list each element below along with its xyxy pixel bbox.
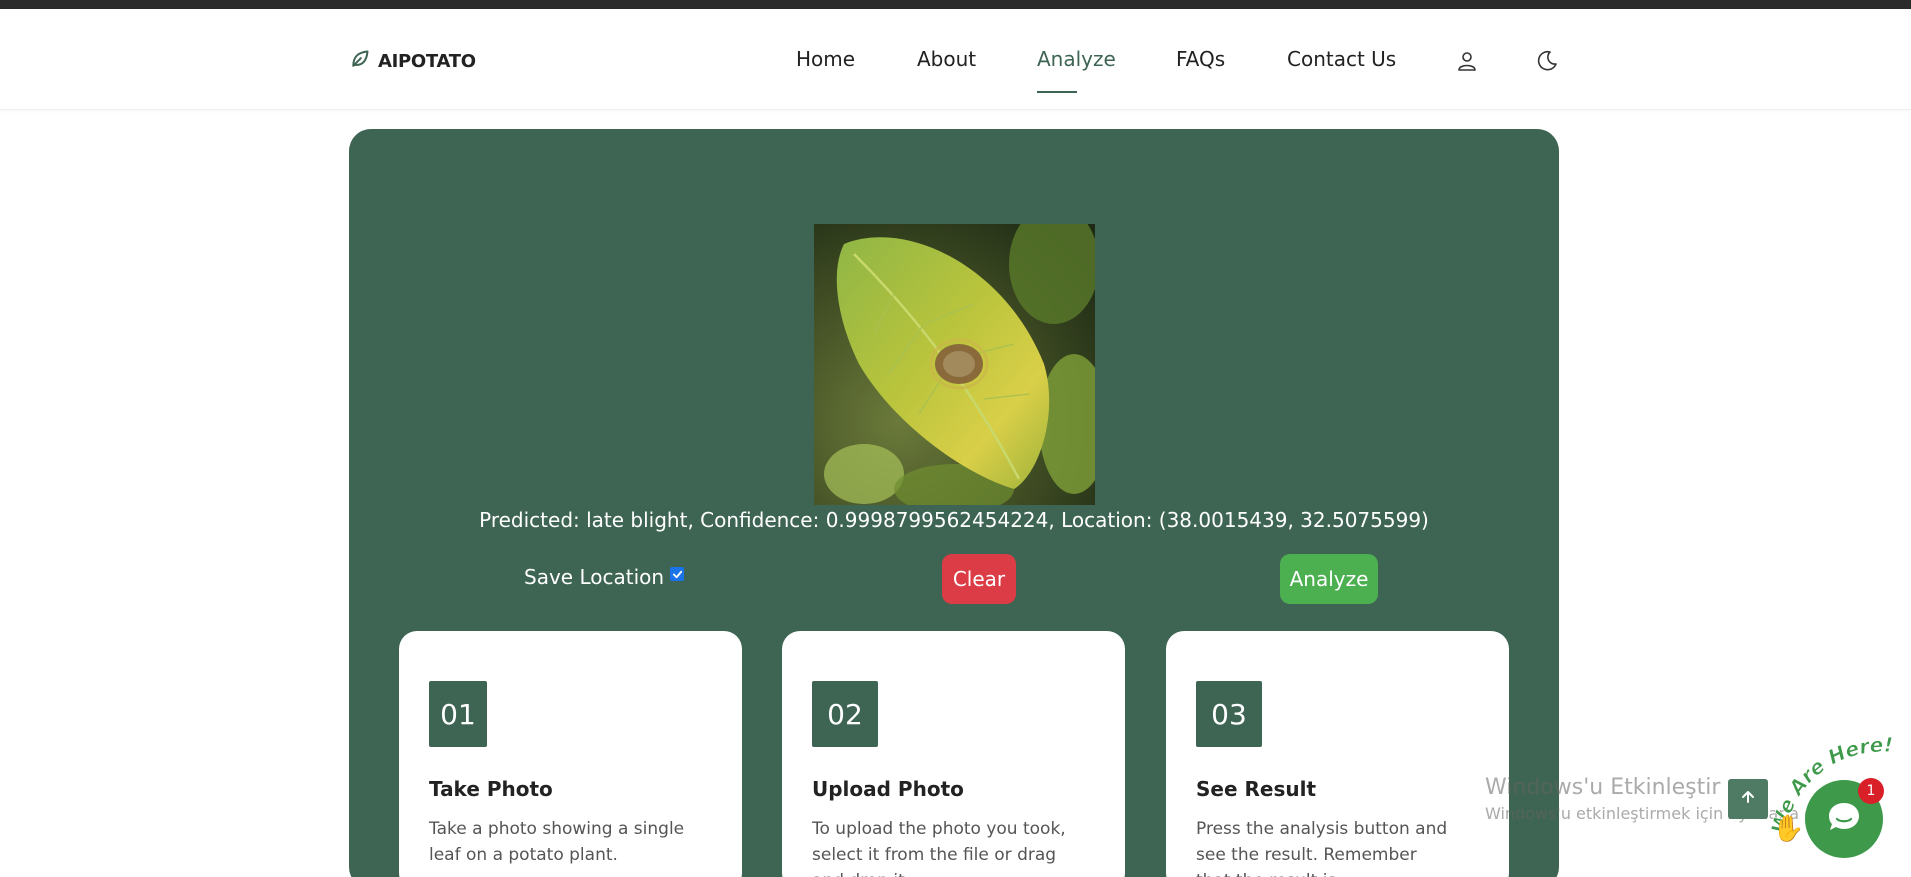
step-title: Upload Photo xyxy=(812,777,964,801)
potato-leaf-photo xyxy=(814,224,1095,505)
step-card: 02 Upload Photo To upload the photo you … xyxy=(782,631,1125,877)
prediction-result: Predicted: late blight, Confidence: 0.99… xyxy=(479,508,1429,532)
step-description: Take a photo showing a single leaf on a … xyxy=(429,819,685,865)
uploaded-leaf-image xyxy=(814,224,1095,505)
save-location-toggle[interactable]: Save Location xyxy=(524,565,685,589)
waving-hand-icon: ✋ xyxy=(1772,813,1804,844)
nav-active-indicator xyxy=(1037,91,1077,93)
step-title: See Result xyxy=(1196,777,1317,801)
step-card: 03 See Result Press the analysis button … xyxy=(1166,631,1509,877)
step-number: 02 xyxy=(812,681,878,747)
step-number: 03 xyxy=(1196,681,1262,747)
user-icon[interactable] xyxy=(1455,49,1479,73)
nav-faqs[interactable]: FAQs xyxy=(1176,47,1225,71)
step-title: Take Photo xyxy=(429,777,553,801)
moon-icon[interactable] xyxy=(1535,49,1559,73)
chat-widget[interactable]: We Are Here! ✋ 1 xyxy=(1750,735,1911,877)
analyze-button[interactable]: Analyze xyxy=(1280,554,1378,604)
chat-bubble-icon xyxy=(1824,797,1864,841)
clear-button[interactable]: Clear xyxy=(942,554,1016,604)
main-nav: Home About Analyze FAQs Contact Us xyxy=(0,47,1911,87)
save-location-checkbox[interactable] xyxy=(670,567,685,581)
nav-about[interactable]: About xyxy=(917,47,976,71)
nav-home[interactable]: Home xyxy=(796,47,855,71)
step-card: 01 Take Photo Take a photo showing a sin… xyxy=(399,631,742,877)
step-description: To upload the photo you took, select it … xyxy=(812,819,1066,877)
chat-notification-badge: 1 xyxy=(1858,778,1884,804)
browser-top-strip xyxy=(0,0,1911,9)
navbar: AIPOTATO Home About Analyze FAQs Contact… xyxy=(0,9,1911,110)
nav-analyze[interactable]: Analyze xyxy=(1037,47,1116,71)
step-number: 01 xyxy=(429,681,487,747)
step-description: Press the analysis button and see the re… xyxy=(1196,819,1448,877)
nav-contact-us[interactable]: Contact Us xyxy=(1287,47,1396,71)
save-location-label: Save Location xyxy=(524,565,665,589)
